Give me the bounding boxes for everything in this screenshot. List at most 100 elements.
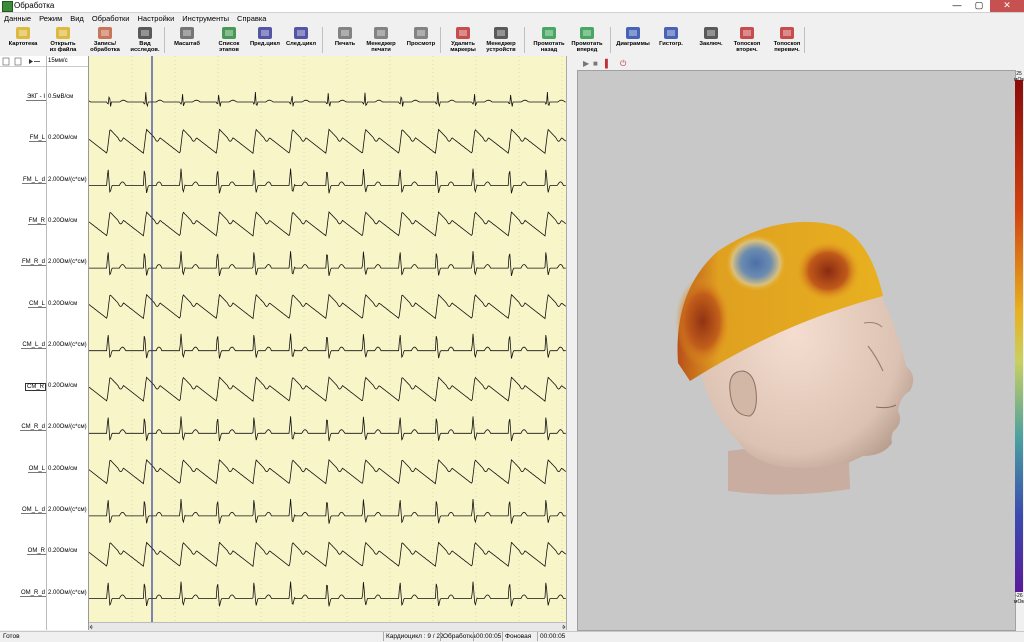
channel-9-scale: 0.20Ом/см <box>48 465 78 472</box>
channel-12-scale: 2.00Ом/(с*см) <box>48 589 87 596</box>
toolbar-button-14[interactable]: Промотать вперед <box>568 25 606 55</box>
toolbar-button-15[interactable]: Диаграммы <box>614 25 652 55</box>
toolbar-button-8[interactable]: Печать <box>326 25 364 55</box>
toolbar-button-label: След.цикл <box>285 41 317 47</box>
toolbar-separator <box>440 27 441 53</box>
colorbar-min-label: -26 мОм <box>1014 593 1024 605</box>
channel-divider <box>46 56 47 630</box>
channel-10-scale: 2.00Ом/(с*см) <box>48 507 87 513</box>
toolbar-button-10[interactable]: Просмотр <box>402 25 440 55</box>
play-icon[interactable]: ▶ <box>583 59 589 68</box>
channel-10-label[interactable]: OM_L_d <box>2 507 46 514</box>
conclusion-icon <box>704 27 718 39</box>
close-button[interactable]: ✕ <box>990 0 1024 12</box>
toolbar-button-17[interactable]: Заключ. <box>692 25 730 55</box>
toolbar-button-19[interactable]: Топоскоп перевич. <box>768 25 806 55</box>
toolbar-button-11[interactable]: Удалить маркеры <box>444 25 482 55</box>
trace-FM_L_d <box>89 168 566 194</box>
toolbar-button-13[interactable]: Промотать назад <box>530 25 568 55</box>
toolbar-button-12[interactable]: Менеджер устройств <box>482 25 520 55</box>
rewind-icon <box>542 27 556 39</box>
toolbar-button-16[interactable]: Гистогр. <box>652 25 690 55</box>
stop-icon[interactable]: ■ <box>593 59 598 68</box>
menu-item-0[interactable]: Данные <box>0 13 35 24</box>
preview-icon <box>414 27 428 39</box>
trace-FM_R <box>88 211 567 237</box>
trace-OM_R <box>88 541 567 568</box>
rotate-icon[interactable]: ⏻ <box>620 59 626 69</box>
toolbar-button-label: Топоскоп перевич. <box>773 41 801 53</box>
topo-primary-icon <box>780 27 794 39</box>
channel-tools-icon[interactable] <box>0 56 44 66</box>
signal-traces <box>88 56 567 622</box>
channel-9-label[interactable]: OM_L <box>2 466 46 473</box>
channel-1-scale: 0.20Ом/см <box>48 135 78 142</box>
toolbar-button-label: Промотать назад <box>533 41 565 53</box>
toolbar-button-1[interactable]: Открыть из файла <box>44 25 82 55</box>
status-bar: Готов Кардиоцикл : 9 / 22 Обработка 00:0… <box>0 631 1024 642</box>
menu-item-2[interactable]: Вид <box>66 13 88 24</box>
toolbar-button-label: Менеджер печати <box>366 41 396 53</box>
channel-12-label[interactable]: OM_R_d <box>2 590 46 597</box>
toolbar-button-label: Диаграммы <box>616 41 650 47</box>
status-mode: Обработка <box>443 633 476 640</box>
trace-FM_L <box>88 128 567 155</box>
palette-icon[interactable]: ▌ <box>605 59 611 68</box>
toolbar-button-5[interactable]: Список этапов <box>210 25 248 55</box>
toolbar-button-3[interactable]: Вид исследов. <box>126 25 164 55</box>
menu-item-6[interactable]: Справка <box>233 13 270 24</box>
toolbar-button-label: Заключ. <box>699 41 723 47</box>
menu-item-1[interactable]: Режим <box>35 13 66 24</box>
toolbar-button-label: Список этапов <box>218 41 240 53</box>
color-scale-bar <box>1015 80 1023 592</box>
window-title: Обработка <box>14 1 55 10</box>
forward-icon <box>580 27 594 39</box>
topography-3d-view[interactable] <box>577 70 1016 631</box>
head-model <box>675 221 914 495</box>
channel-7-scale: 0.20Ом/см <box>48 383 78 390</box>
toolbar-button-4[interactable]: Масштаб <box>168 25 206 55</box>
toolbar-button-2[interactable]: Запись/ обработка <box>86 25 124 55</box>
channel-5-label[interactable]: CM_L <box>2 301 46 308</box>
signal-plot-area[interactable] <box>88 56 567 622</box>
channel-8-label[interactable]: CM_R_d <box>2 424 46 432</box>
toolbar-button-9[interactable]: Менеджер печати <box>362 25 400 55</box>
channel-7-label[interactable]: CM_R <box>2 383 46 392</box>
channel-2-label[interactable]: FM_L_d <box>2 177 46 184</box>
toolbar-button-label: Промотать вперед <box>571 41 603 53</box>
topo-secondary-icon <box>740 27 754 39</box>
channel-0-label[interactable]: ЭКГ - I <box>2 94 46 101</box>
toolbar-separator <box>610 27 611 53</box>
channel-6-label[interactable]: CM_L_d <box>2 342 46 349</box>
title-bar: Обработка — ▢ ✕ <box>0 0 1024 13</box>
menu-item-4[interactable]: Настройки <box>134 13 179 24</box>
toolbar-button-7[interactable]: След.цикл <box>282 25 320 55</box>
toolbar-button-label: Гистогр. <box>659 41 683 47</box>
channel-4-scale: 2.00Ом/(с*см) <box>48 259 87 266</box>
channel-1-label[interactable]: FM_L <box>2 135 46 143</box>
print-manager-icon <box>374 27 388 39</box>
toolbar-button-label: Менеджер устройств <box>486 41 516 53</box>
next-cycle-icon <box>294 27 308 39</box>
toolbar-separator <box>322 27 323 53</box>
toolbar-button-0[interactable]: Картотека <box>4 25 42 55</box>
toolbar-button-18[interactable]: Топоскоп втореч. <box>728 25 766 55</box>
toolbar-separator <box>804 27 805 53</box>
delete-markers-icon <box>456 27 470 39</box>
horizontal-scrollbar[interactable] <box>89 622 566 631</box>
channel-11-label[interactable]: OM_R <box>2 548 46 556</box>
sweep-speed: 15мм/с <box>48 58 68 64</box>
menu-item-3[interactable]: Обработки <box>88 13 134 24</box>
trace-OM_L <box>88 458 567 485</box>
channel-4-label[interactable]: FM_R_d <box>2 259 46 267</box>
toolbar-button-label: Просмотр <box>406 41 436 47</box>
toolbar-button-6[interactable]: Пред.цикл <box>246 25 284 55</box>
channel-3-label[interactable]: FM_R <box>2 218 46 225</box>
trace-CM_R_d <box>89 416 566 442</box>
menu-item-5[interactable]: Инструменты <box>178 13 233 24</box>
toolbar: Картотека Открыть из файла Запись/ обработ… <box>0 24 1024 57</box>
minimize-button[interactable]: — <box>946 0 968 12</box>
app-icon <box>2 1 13 12</box>
maximize-button[interactable]: ▢ <box>968 0 990 12</box>
trace-OM_L_d <box>89 498 566 524</box>
